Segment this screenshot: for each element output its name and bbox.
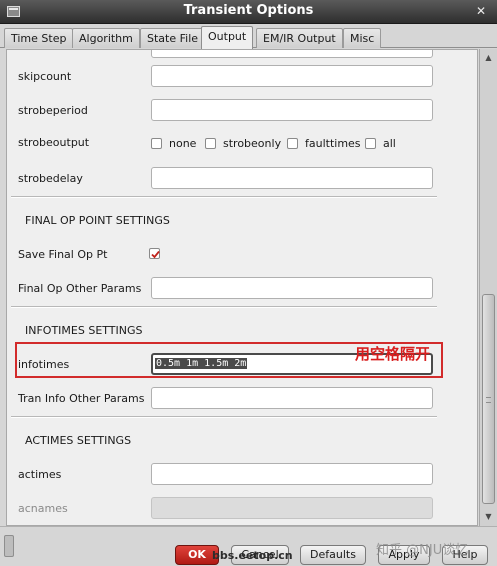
- strobedelay-label: strobedelay: [18, 172, 83, 185]
- divider: [11, 196, 437, 198]
- acnames-label: acnames: [18, 502, 68, 515]
- strobeperiod-label: strobeperiod: [18, 104, 88, 117]
- previous-field[interactable]: [151, 50, 433, 58]
- final-op-other-params-label: Final Op Other Params: [18, 282, 142, 295]
- divider: [11, 306, 437, 308]
- watermark-eetop: bbs.eetop.cn: [212, 549, 293, 562]
- final-op-section-title: FINAL OP POINT SETTINGS: [25, 214, 170, 227]
- tran-info-other-params-label: Tran Info Other Params: [18, 392, 145, 405]
- actimes-section-title: ACTIMES SETTINGS: [25, 434, 132, 447]
- window-title: Transient Options: [183, 3, 314, 18]
- save-final-op-checkbox[interactable]: [149, 248, 160, 259]
- skipcount-label: skipcount: [18, 70, 72, 83]
- title-bar: Transient Options ✕: [0, 0, 497, 24]
- strobeperiod-input[interactable]: [151, 99, 433, 121]
- tran-info-other-params-input[interactable]: [151, 387, 433, 409]
- infotimes-section-title: INFOTIMES SETTINGS: [25, 324, 143, 337]
- close-icon[interactable]: ✕: [473, 3, 489, 19]
- output-options-panel: skipcount strobeperiod strobeoutput none…: [6, 49, 478, 526]
- actimes-input[interactable]: [151, 463, 433, 485]
- scroll-up-icon[interactable]: ▲: [482, 51, 495, 65]
- final-op-other-params-input[interactable]: [151, 277, 433, 299]
- vertical-scrollbar[interactable]: ▲ ▼: [479, 49, 497, 526]
- actimes-label: actimes: [18, 468, 62, 481]
- strobedelay-input[interactable]: [151, 167, 433, 189]
- strobeoutput-strobeonly-label: strobeonly: [223, 137, 282, 150]
- tab-misc[interactable]: Misc: [343, 28, 382, 48]
- strobeoutput-label: strobeoutput: [18, 136, 90, 149]
- tab-bar: Time Step Algorithm State File Output EM…: [0, 24, 497, 49]
- tab-time-step[interactable]: Time Step: [4, 28, 74, 48]
- strobeoutput-none-checkbox[interactable]: [151, 138, 162, 149]
- scroll-down-icon[interactable]: ▼: [482, 510, 495, 524]
- scroll-thumb[interactable]: [482, 294, 495, 504]
- annotation-text: 用空格隔开: [355, 345, 431, 363]
- tab-output[interactable]: Output: [201, 26, 254, 49]
- divider: [11, 416, 437, 418]
- tab-algorithm[interactable]: Algorithm: [72, 28, 140, 48]
- strobeoutput-all-checkbox[interactable]: [365, 138, 376, 149]
- button-bar: OK Cancel bbs.eetop.cn Defaults Apply He…: [0, 526, 497, 566]
- strobeoutput-none-label: none: [169, 137, 197, 150]
- save-final-op-label: Save Final Op Pt: [18, 248, 108, 261]
- strobeoutput-strobeonly-checkbox[interactable]: [205, 138, 216, 149]
- horizontal-scroll-handle[interactable]: [4, 535, 14, 557]
- checkmark-icon: [151, 250, 160, 259]
- strobeoutput-faulttimes-label: faulttimes: [305, 137, 361, 150]
- watermark-zhihu: 知乎 @NJU谈忆: [376, 543, 469, 558]
- grip-icon: [486, 397, 491, 403]
- defaults-button[interactable]: Defaults: [300, 545, 366, 565]
- tab-em-ir-output[interactable]: EM/IR Output: [256, 28, 343, 48]
- tab-state-file[interactable]: State File: [140, 28, 206, 48]
- strobeoutput-faulttimes-checkbox[interactable]: [287, 138, 298, 149]
- strobeoutput-all-label: all: [383, 137, 396, 150]
- skipcount-input[interactable]: [151, 65, 433, 87]
- acnames-input: [151, 497, 433, 519]
